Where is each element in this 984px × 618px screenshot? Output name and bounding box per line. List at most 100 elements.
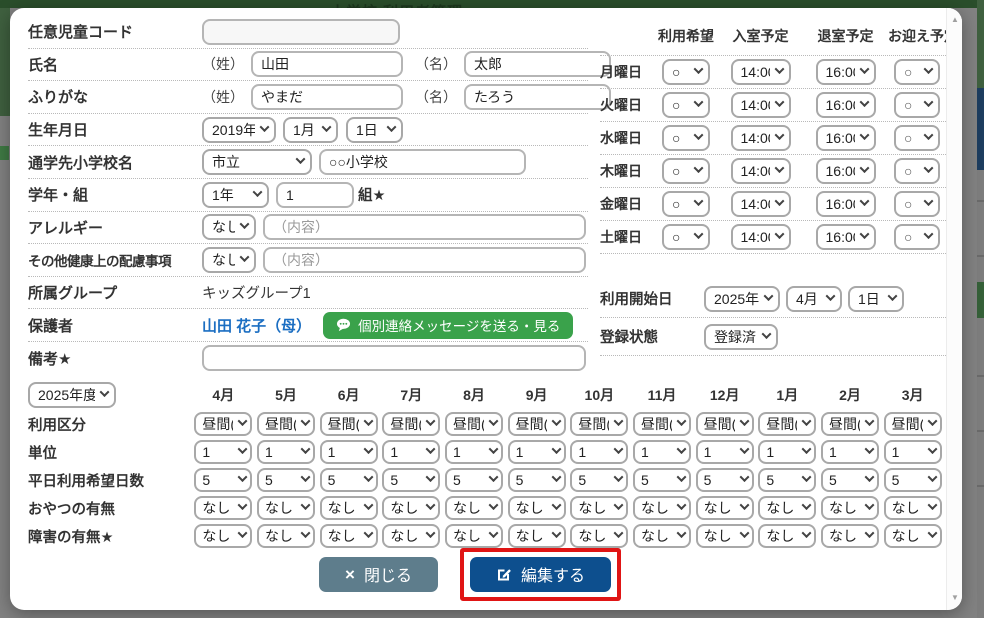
close-button[interactable]: × 閉じる (319, 556, 438, 592)
usage-type-select[interactable]: 昼間( (444, 412, 503, 436)
given-kana-input[interactable] (464, 83, 611, 110)
edit-button[interactable]: 編集する (469, 556, 611, 592)
wish-select[interactable]: ○ (662, 191, 710, 217)
wish-select[interactable]: ○ (662, 158, 710, 184)
school-type-select[interactable]: 市立 (202, 149, 312, 176)
snack-select[interactable]: なし (570, 496, 629, 520)
fiscal-year-select[interactable]: 2025年度 (28, 382, 116, 408)
usage-type-select[interactable]: 昼間( (507, 412, 566, 436)
scroll-down-icon[interactable]: ▼ (947, 590, 963, 606)
note-input[interactable] (202, 345, 586, 372)
snack-select[interactable]: なし (758, 496, 817, 520)
school-name-input[interactable] (319, 149, 526, 176)
disability-select[interactable]: なし (256, 524, 315, 548)
exit-time-select[interactable]: 16:00 (815, 92, 876, 118)
pickup-select[interactable]: ○ (894, 191, 940, 217)
wish-select[interactable]: ○ (662, 59, 710, 85)
allergy-detail-input[interactable] (263, 214, 586, 241)
start-month-select[interactable]: 4月 (786, 285, 842, 312)
disability-select[interactable]: なし (632, 524, 691, 548)
health-detail-input[interactable] (263, 246, 586, 273)
scroll-up-icon[interactable]: ▲ (947, 12, 963, 28)
usage-type-select[interactable]: 昼間( (632, 412, 691, 436)
modal-scrollbar[interactable]: ▲ ▼ (946, 8, 962, 610)
snack-select[interactable]: なし (194, 496, 253, 520)
unit-select[interactable]: 1 (194, 440, 253, 464)
unit-select[interactable]: 1 (507, 440, 566, 464)
unit-select[interactable]: 1 (695, 440, 754, 464)
usage-type-select[interactable]: 昼間( (256, 412, 315, 436)
usage-type-select[interactable]: 昼間( (883, 412, 942, 436)
disability-select[interactable]: なし (820, 524, 879, 548)
usage-type-select[interactable]: 昼間( (570, 412, 629, 436)
unit-select[interactable]: 1 (444, 440, 503, 464)
start-year-select[interactable]: 2025年 (704, 285, 780, 312)
snack-select[interactable]: なし (507, 496, 566, 520)
snack-select[interactable]: なし (883, 496, 942, 520)
snack-select[interactable]: なし (382, 496, 441, 520)
health-select[interactable]: なし (202, 246, 256, 273)
wish-select[interactable]: ○ (662, 125, 710, 151)
start-day-select[interactable]: 1日 (848, 285, 904, 312)
weekday-count-select[interactable]: 5 (883, 468, 942, 492)
weekday-count-select[interactable]: 5 (444, 468, 503, 492)
snack-select[interactable]: なし (444, 496, 503, 520)
weekday-count-select[interactable]: 5 (820, 468, 879, 492)
exit-time-select[interactable]: 16:00 (815, 158, 876, 184)
disability-select[interactable]: なし (194, 524, 253, 548)
family-name-input[interactable] (251, 51, 403, 78)
class-input[interactable] (276, 181, 354, 208)
wish-select[interactable]: ○ (662, 224, 710, 250)
status-select[interactable]: 登録済 (704, 323, 778, 350)
exit-time-select[interactable]: 16:00 (815, 224, 876, 250)
disability-select[interactable]: なし (319, 524, 378, 548)
weekday-count-select[interactable]: 5 (256, 468, 315, 492)
usage-type-select[interactable]: 昼間( (695, 412, 754, 436)
pickup-select[interactable]: ○ (894, 224, 940, 250)
usage-type-select[interactable]: 昼間( (194, 412, 253, 436)
unit-select[interactable]: 1 (632, 440, 691, 464)
unit-select[interactable]: 1 (319, 440, 378, 464)
entry-time-select[interactable]: 14:00 (730, 125, 791, 151)
snack-select[interactable]: なし (632, 496, 691, 520)
unit-select[interactable]: 1 (570, 440, 629, 464)
disability-select[interactable]: なし (758, 524, 817, 548)
pickup-select[interactable]: ○ (894, 59, 940, 85)
allergy-select[interactable]: なし (202, 214, 256, 241)
snack-select[interactable]: なし (256, 496, 315, 520)
weekday-count-select[interactable]: 5 (194, 468, 253, 492)
family-kana-input[interactable] (251, 83, 403, 110)
disability-select[interactable]: なし (570, 524, 629, 548)
exit-time-select[interactable]: 16:00 (815, 59, 876, 85)
weekday-count-select[interactable]: 5 (695, 468, 754, 492)
wish-select[interactable]: ○ (662, 92, 710, 118)
unit-select[interactable]: 1 (883, 440, 942, 464)
usage-type-select[interactable]: 昼間( (820, 412, 879, 436)
unit-select[interactable]: 1 (256, 440, 315, 464)
birth-day-select[interactable]: 1日 (346, 116, 403, 143)
pickup-select[interactable]: ○ (894, 92, 940, 118)
weekday-count-select[interactable]: 5 (319, 468, 378, 492)
entry-time-select[interactable]: 14:00 (730, 224, 791, 250)
weekday-count-select[interactable]: 5 (758, 468, 817, 492)
disability-select[interactable]: なし (444, 524, 503, 548)
pickup-select[interactable]: ○ (894, 158, 940, 184)
send-message-button[interactable]: 個別連絡メッセージを送る・見る (323, 311, 574, 339)
entry-time-select[interactable]: 14:00 (730, 158, 791, 184)
grade-select[interactable]: 1年 (202, 181, 269, 208)
entry-time-select[interactable]: 14:00 (730, 59, 791, 85)
disability-select[interactable]: なし (883, 524, 942, 548)
snack-select[interactable]: なし (695, 496, 754, 520)
snack-select[interactable]: なし (319, 496, 378, 520)
entry-time-select[interactable]: 14:00 (730, 191, 791, 217)
unit-select[interactable]: 1 (820, 440, 879, 464)
weekday-count-select[interactable]: 5 (507, 468, 566, 492)
weekday-count-select[interactable]: 5 (632, 468, 691, 492)
guardian-name-link[interactable]: 山田 花子（母） (202, 315, 311, 336)
disability-select[interactable]: なし (382, 524, 441, 548)
code-input[interactable] (202, 18, 400, 45)
exit-time-select[interactable]: 16:00 (815, 191, 876, 217)
birth-year-select[interactable]: 2019年 (202, 116, 276, 143)
usage-type-select[interactable]: 昼間( (382, 412, 441, 436)
pickup-select[interactable]: ○ (894, 125, 940, 151)
